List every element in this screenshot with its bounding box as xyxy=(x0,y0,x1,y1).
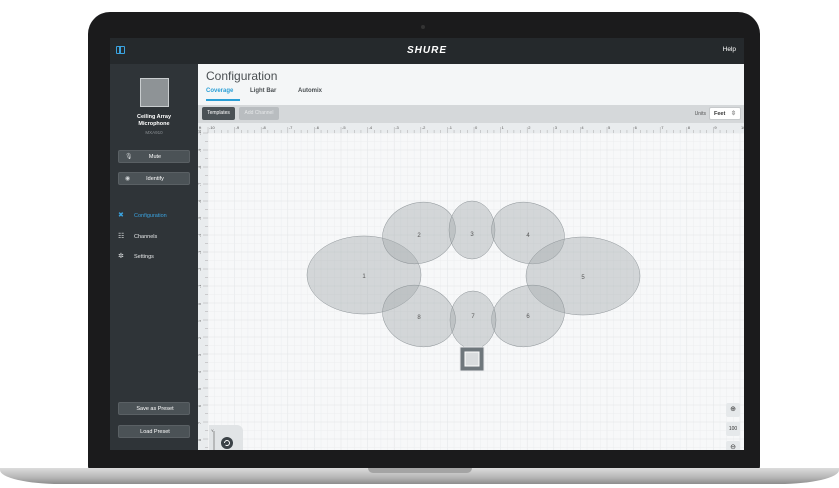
tab-light-bar[interactable]: Light Bar xyxy=(250,88,276,94)
ruler-y-label: -3 xyxy=(198,251,202,254)
axis-x-label: X xyxy=(239,449,242,450)
tab-coverage[interactable]: Coverage xyxy=(206,88,233,94)
active-tab-indicator xyxy=(206,99,240,101)
mute-label: Mute xyxy=(148,154,162,160)
screen: SHURE Help Ceiling Array Microphone MXA9… xyxy=(110,38,744,450)
ruler-x-label: 10 xyxy=(741,125,744,130)
ruler-y-label: 3 xyxy=(198,354,202,356)
ruler-y-label: 8 xyxy=(198,439,202,441)
canvas-background xyxy=(198,123,744,450)
units-label: Units xyxy=(694,111,706,117)
zoom-out-button[interactable]: ⊖ xyxy=(726,441,740,450)
brand-logo: SHURE xyxy=(406,45,447,56)
top-bar: SHURE Help xyxy=(110,38,744,64)
sidebar-item-configuration[interactable]: ✖ Configuration xyxy=(110,209,198,223)
toolbar: Templates Add Channel Units Feet ⇳ xyxy=(198,105,744,123)
sidebar-item-label: Configuration xyxy=(134,213,167,219)
ruler-y-label: 7 xyxy=(198,422,202,424)
page-title: Configuration xyxy=(206,69,278,83)
coverage-lobe[interactable] xyxy=(449,290,497,350)
sidebar-item-channels[interactable]: ☷ Channels xyxy=(110,230,198,244)
coverage-canvas[interactable]: -10-9-8-7-6-5-4-3-2-1012345678910ft -10-… xyxy=(198,123,744,450)
ruler-left: -10-9-8-7-6-5-4-3-2-1012345678 xyxy=(198,130,208,450)
axis-y-label: Y xyxy=(211,428,214,433)
ruler-y-label: -6 xyxy=(198,200,202,203)
camera xyxy=(421,25,425,29)
identify-button[interactable]: ◉ Identify xyxy=(118,172,190,185)
templates-button[interactable]: Templates xyxy=(202,107,235,120)
units-value: Feet xyxy=(714,111,726,117)
microphone-device-inner xyxy=(464,351,480,367)
coverage-map[interactable]: -10-9-8-7-6-5-4-3-2-1012345678910ft -10-… xyxy=(198,123,744,450)
save-preset-button[interactable]: Save as Preset xyxy=(118,402,190,415)
help-link[interactable]: Help xyxy=(723,46,736,53)
ruler-y-label: 1 xyxy=(198,320,202,322)
ruler-y-label: 4 xyxy=(198,371,202,373)
chevron-updown-icon: ⇳ xyxy=(730,111,736,117)
ruler-y-label: -7 xyxy=(198,183,202,186)
axis-icon xyxy=(213,431,233,450)
main-panel: Configuration Coverage Light Bar Automix… xyxy=(198,64,744,450)
device-name: Ceiling Array Microphone xyxy=(110,114,198,128)
device-name-line2: Microphone xyxy=(138,121,170,127)
device-model: MXA910 xyxy=(145,130,163,135)
ruler-x-label: -10 xyxy=(209,125,216,130)
ruler-y-label: 5 xyxy=(198,388,202,390)
sidebar-item-settings[interactable]: ✲ Settings xyxy=(110,250,198,264)
microphone-array[interactable] xyxy=(459,346,485,372)
axis-origin-label: 0 xyxy=(210,449,212,450)
sidebar: Ceiling Array Microphone MXA910 🎙 Mute ◉… xyxy=(110,64,198,450)
coverage-lobe[interactable] xyxy=(448,200,496,260)
ruler-y-label: -5 xyxy=(198,217,202,220)
save-preset-label: Save as Preset xyxy=(136,406,174,412)
ruler-y-label: -2 xyxy=(198,268,202,271)
tools-icon: ✖ xyxy=(118,212,124,219)
load-preset-button[interactable]: Load Preset xyxy=(118,425,190,438)
tab-automix[interactable]: Automix xyxy=(298,88,322,94)
ruler-y-label: 2 xyxy=(198,337,202,339)
ruler-top: -10-9-8-7-6-5-4-3-2-1012345678910ft xyxy=(198,123,744,133)
ruler-y-label: -8 xyxy=(198,166,202,169)
gear-icon: ✲ xyxy=(118,253,124,260)
sliders-icon: ☷ xyxy=(118,233,125,240)
device-image xyxy=(140,78,169,107)
device-name-line1: Ceiling Array xyxy=(136,114,172,120)
ruler-y-label: -4 xyxy=(198,234,202,237)
identify-label: Identify xyxy=(146,176,164,182)
ruler-y-label: -9 xyxy=(198,149,202,152)
zoom-in-button[interactable]: ⊕ xyxy=(726,403,740,417)
ruler-y-label: -10 xyxy=(198,130,202,135)
ruler-left-bg xyxy=(198,133,208,450)
zoom-level: 100 xyxy=(726,422,740,436)
load-preset-label: Load Preset xyxy=(140,429,170,435)
ruler-y-label: -1 xyxy=(198,285,202,288)
mute-button[interactable]: 🎙 Mute xyxy=(118,150,190,163)
sidebar-item-label: Channels xyxy=(134,234,158,240)
add-channel-button[interactable]: Add Channel xyxy=(239,107,279,120)
units-select[interactable]: Feet ⇳ xyxy=(709,107,741,120)
ruler-y-label: 6 xyxy=(198,405,202,407)
axis-orientation-widget: Y X 0 xyxy=(209,425,243,450)
sidebar-item-label: Settings xyxy=(134,254,154,260)
laptop-notch xyxy=(368,468,472,473)
ruler-y-label: 0 xyxy=(198,303,202,305)
